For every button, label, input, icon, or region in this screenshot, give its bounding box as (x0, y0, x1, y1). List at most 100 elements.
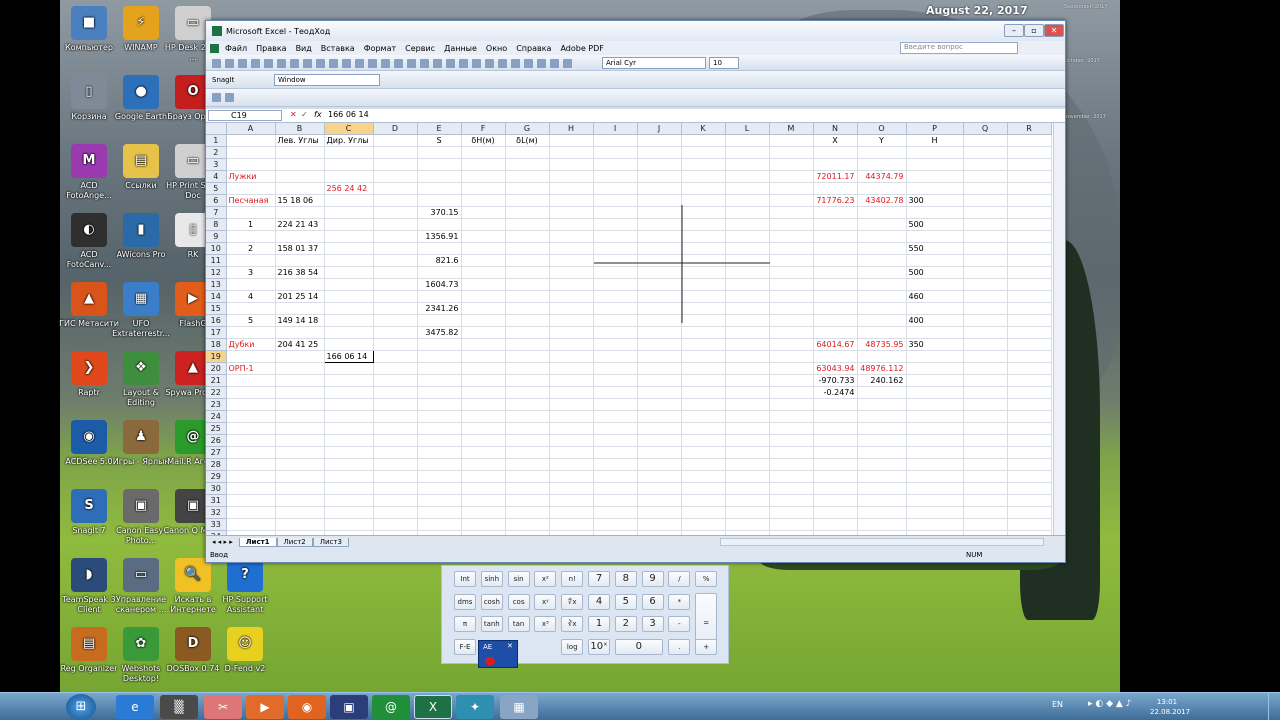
row-header[interactable]: 1 (206, 134, 227, 148)
cell[interactable] (505, 266, 550, 280)
cell[interactable] (373, 506, 418, 520)
cell[interactable] (461, 518, 506, 532)
toolbar-button-icon[interactable] (316, 59, 325, 68)
toolbar-button-icon[interactable] (485, 59, 494, 68)
cell[interactable] (226, 506, 276, 520)
cell[interactable] (769, 194, 814, 208)
cell[interactable] (593, 362, 638, 376)
calc-key[interactable]: cos (507, 593, 530, 610)
cell[interactable] (681, 386, 726, 400)
cell[interactable] (1007, 386, 1052, 400)
cell[interactable] (461, 422, 506, 436)
cell[interactable] (505, 218, 550, 232)
cell-B10[interactable]: 158 01 37 (275, 242, 325, 256)
cell[interactable] (373, 266, 418, 280)
cell[interactable] (324, 434, 374, 448)
cell[interactable] (963, 158, 1008, 172)
cell[interactable] (725, 398, 770, 412)
cell[interactable] (681, 434, 726, 448)
cell[interactable] (417, 410, 462, 424)
cell[interactable] (769, 278, 814, 292)
cell[interactable] (226, 350, 276, 364)
cell[interactable] (725, 146, 770, 160)
cell[interactable] (963, 326, 1008, 340)
toolbar-button-icon[interactable] (238, 59, 247, 68)
row-header[interactable]: 6 (206, 194, 227, 208)
menu-item[interactable]: Окно (486, 44, 507, 53)
cell[interactable] (549, 398, 594, 412)
cell[interactable] (813, 218, 858, 232)
cell[interactable] (461, 482, 506, 496)
cell-B18[interactable]: 204 41 25 (275, 338, 325, 352)
cell[interactable] (637, 350, 682, 364)
maximize-button[interactable]: ▫ (1024, 24, 1044, 37)
function-icon[interactable]: fx (314, 110, 322, 119)
cell[interactable] (373, 362, 418, 376)
cell[interactable] (769, 410, 814, 424)
cell[interactable] (417, 446, 462, 460)
cell[interactable] (549, 206, 594, 220)
menu-item[interactable]: Вставка (321, 44, 355, 53)
cell[interactable] (373, 242, 418, 256)
row-header[interactable]: 5 (206, 182, 227, 196)
cell[interactable] (725, 290, 770, 304)
cell[interactable] (324, 386, 374, 400)
cell[interactable] (373, 230, 418, 244)
cell[interactable] (417, 362, 462, 376)
cell[interactable] (505, 290, 550, 304)
cell[interactable] (226, 434, 276, 448)
cell[interactable] (549, 254, 594, 268)
cell-C19[interactable]: 166 06 14 (323, 350, 374, 364)
cell[interactable] (275, 470, 325, 484)
cell[interactable] (857, 410, 907, 424)
cell[interactable] (963, 218, 1008, 232)
cell[interactable] (549, 182, 594, 196)
cell[interactable] (593, 494, 638, 508)
cell[interactable] (906, 398, 964, 412)
cell[interactable] (681, 134, 726, 148)
cell[interactable] (769, 458, 814, 472)
cell[interactable] (417, 470, 462, 484)
cell[interactable] (505, 170, 550, 184)
cell[interactable] (906, 494, 964, 508)
cell[interactable] (769, 242, 814, 256)
cell[interactable] (275, 326, 325, 340)
cell-C5[interactable]: 256 24 42 (324, 182, 374, 196)
cell[interactable] (769, 362, 814, 376)
cell[interactable] (725, 218, 770, 232)
column-header[interactable]: F (461, 123, 506, 136)
cell[interactable] (461, 398, 506, 412)
cell-A18[interactable]: Дубки (226, 338, 276, 352)
toolbar-button-icon[interactable] (303, 59, 312, 68)
toolbar-icon[interactable] (212, 93, 221, 102)
cell[interactable] (324, 302, 374, 316)
cell[interactable] (275, 518, 325, 532)
desktop-icon[interactable]: ? HP Support Assistant (214, 558, 276, 615)
cell[interactable] (725, 194, 770, 208)
column-header[interactable]: O (857, 123, 907, 136)
cell[interactable] (461, 290, 506, 304)
cell[interactable] (373, 434, 418, 448)
cell[interactable] (324, 158, 374, 172)
cell[interactable] (417, 218, 462, 232)
cell[interactable] (906, 374, 964, 388)
cell[interactable] (637, 470, 682, 484)
calc-key[interactable]: x³ (534, 616, 557, 632)
cell[interactable] (725, 422, 770, 436)
cell[interactable] (373, 218, 418, 232)
cell[interactable] (963, 362, 1008, 376)
cell[interactable] (505, 350, 550, 364)
calc-key[interactable]: * (668, 593, 691, 610)
cell[interactable] (549, 314, 594, 328)
cell[interactable] (1007, 242, 1052, 256)
cell[interactable] (1007, 446, 1052, 460)
calc-key[interactable]: 6 (641, 593, 664, 610)
cell[interactable] (549, 230, 594, 244)
column-header[interactable]: D (373, 123, 418, 136)
cell[interactable] (549, 482, 594, 496)
cell[interactable] (324, 482, 374, 496)
toolbar-button-icon[interactable] (459, 59, 468, 68)
cell[interactable] (963, 314, 1008, 328)
cell[interactable] (963, 242, 1008, 256)
cell[interactable] (857, 278, 907, 292)
